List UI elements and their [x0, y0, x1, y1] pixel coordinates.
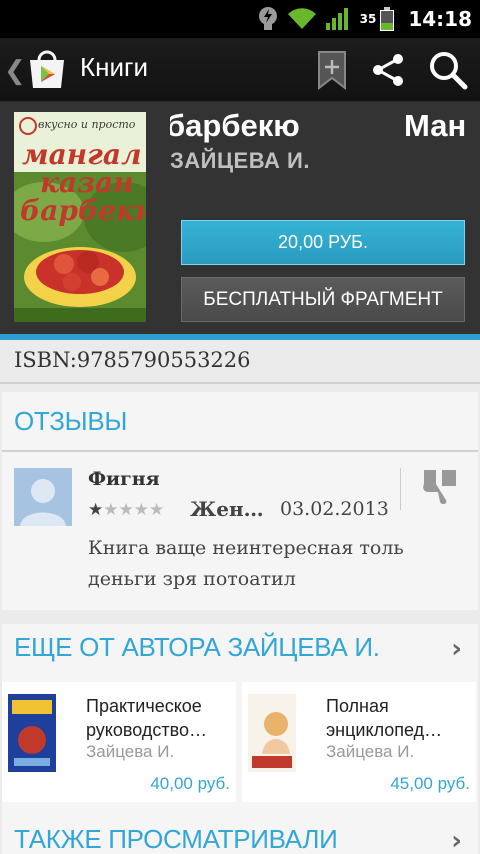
- review-date: 03.02.2013: [280, 498, 389, 520]
- star-icon: ★: [88, 500, 104, 520]
- book-thumbnail: [8, 694, 56, 772]
- list-item[interactable]: Полная энциклопед… Зайцева И. 45,00 руб.: [242, 682, 476, 802]
- free-sample-button[interactable]: БЕСПЛАТНЫЙ ФРАГМЕНТ: [181, 277, 465, 322]
- book-author[interactable]: ЗАЙЦЕВА И.: [170, 148, 310, 174]
- more-by-author-header[interactable]: ЕЩЕ ОТ АВТОРА ЗАЙЦЕВА И.: [14, 632, 380, 663]
- search-button[interactable]: [426, 48, 470, 92]
- book-cover: вкусно и просто мангал казан барбекю: [14, 112, 146, 322]
- isbn-label: ISBN:9785790553226: [14, 348, 251, 372]
- action-bar: ❮ Книги: [0, 38, 480, 102]
- battery-icon: [380, 7, 395, 31]
- reviews-header: ОТЗЫВЫ: [14, 406, 128, 436]
- item-title: Практическое руководство…: [86, 696, 207, 740]
- star-icon: ★: [118, 500, 134, 520]
- book-header: вкусно и просто мангал казан барбекю бар…: [0, 102, 480, 334]
- share-button[interactable]: [366, 48, 410, 92]
- book-title: барбекю Ман: [170, 108, 480, 148]
- chevron-right-icon[interactable]: ›: [451, 826, 462, 854]
- item-author: Зайцева И.: [86, 742, 175, 761]
- star-icon: ★: [103, 500, 119, 520]
- status-bar: 35 14:18: [0, 0, 480, 38]
- play-store-logo-icon[interactable]: [24, 46, 70, 92]
- flash-icon: [258, 7, 277, 30]
- divider: [0, 382, 480, 384]
- item-price[interactable]: 45,00 руб.: [390, 774, 470, 794]
- item-author: Зайцева И.: [326, 742, 415, 761]
- action-bar-title: Книги: [80, 52, 149, 82]
- item-price[interactable]: 40,00 руб.: [150, 774, 230, 794]
- book-title-marquee-tail: Ман: [404, 108, 467, 143]
- status-icons: 35 14:18: [258, 0, 472, 38]
- wifi-icon: [287, 8, 316, 30]
- star-icon: ★: [133, 500, 149, 520]
- avatar: [14, 468, 72, 526]
- share-icon: [373, 54, 403, 86]
- search-icon: [430, 52, 468, 90]
- battery-level: 35: [359, 12, 377, 26]
- divider: [2, 450, 478, 452]
- review-author: Жен…: [190, 497, 264, 521]
- star-icon: ★: [149, 500, 165, 520]
- clock: 14:18: [408, 7, 472, 31]
- buy-button[interactable]: 20,00 РУБ.: [181, 220, 465, 265]
- chevron-right-icon[interactable]: ›: [451, 634, 462, 664]
- book-thumbnail: [248, 694, 296, 772]
- review-rating: ★★★★★: [88, 500, 164, 520]
- cover-word-3: барбекю: [20, 194, 146, 227]
- cover-tagline: вкусно и просто: [38, 118, 136, 131]
- review-title: Фигня: [88, 468, 160, 490]
- also-viewed-header[interactable]: ТАКЖЕ ПРОСМАТРИВАЛИ: [14, 824, 338, 854]
- signal-icon: [325, 8, 348, 30]
- review-text: Книга ваще неинтересная толь деньги зря …: [88, 537, 404, 590]
- back-arrow-icon[interactable]: ❮: [4, 56, 26, 86]
- item-title: Полная энциклопед…: [326, 696, 443, 740]
- divider: [400, 468, 401, 510]
- bookmark-add-icon: [318, 51, 346, 90]
- details-content[interactable]: ISBN:9785790553226 ОТЗЫВЫ Фигня ★★★★★ Же…: [0, 340, 480, 854]
- thumbs-down-icon[interactable]: [418, 466, 462, 506]
- wishlist-button[interactable]: [310, 48, 354, 92]
- list-item[interactable]: Практическое руководство… Зайцева И. 40,0…: [2, 682, 236, 802]
- book-title-text: барбекю: [170, 108, 300, 143]
